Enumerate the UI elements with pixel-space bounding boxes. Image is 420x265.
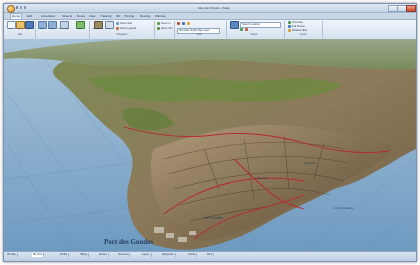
- app-menu-button[interactable]: [7, 5, 15, 13]
- search-icon: [230, 21, 239, 29]
- terrain-render: Port des Goudes Les Goudes Cap Croisette…: [4, 39, 416, 251]
- place-label: Morgiou: [304, 161, 316, 165]
- title-bar: Mountain Studio - [Map]: [4, 4, 416, 13]
- legend-icon: [116, 27, 119, 30]
- status-tab-waypoints[interactable]: Waypoints: [161, 253, 176, 257]
- fullscreen-icon: [288, 25, 291, 28]
- group-divider: [154, 21, 155, 38]
- window-size-label: Window Size: [292, 29, 307, 32]
- status-tab-3d-view[interactable]: 3D View: [32, 253, 45, 257]
- app-window: Mountain Studio - [Map] Home Edit Annota…: [3, 3, 417, 262]
- zoom-in-label: Zoom In: [161, 22, 171, 25]
- status-tab-routes[interactable]: Routes: [98, 253, 109, 257]
- window-title: Mountain Studio - [Map]: [198, 6, 230, 10]
- import-button[interactable]: Import: [76, 21, 85, 33]
- scale-button[interactable]: Scale: [105, 21, 114, 33]
- globe-icon: [182, 22, 185, 25]
- ribbon: New Open Save Map Undo Redo Select Objec…: [4, 19, 416, 40]
- pin-icon: [177, 22, 180, 25]
- flag-icon: [245, 28, 248, 31]
- save-label: Save: [26, 28, 31, 30]
- select-objects-label: Select Objects: [58, 28, 69, 30]
- place-label: Port des Goudes: [104, 238, 153, 246]
- quick-undo-icon[interactable]: [20, 6, 22, 9]
- status-tab-profile[interactable]: Profile: [59, 253, 70, 257]
- zoom-out-label: Zoom Out: [161, 27, 173, 30]
- select-objects-button[interactable]: Select Objects: [58, 21, 69, 33]
- place-label: Cap Croisette: [334, 206, 354, 210]
- group-label-search: Search: [250, 34, 258, 36]
- map-3d-viewport[interactable]: Port des Goudes Les Goudes Cap Croisette…: [4, 39, 416, 251]
- place-label: Calanques: [254, 176, 269, 180]
- group-label-layout: Layout: [299, 34, 307, 36]
- place-label: Les Goudes: [204, 215, 223, 220]
- open-button[interactable]: Open: [16, 21, 25, 33]
- scale-label: Scale: [105, 28, 111, 30]
- window-icon: [288, 29, 291, 32]
- group-divider: [89, 21, 90, 38]
- group-divider: [226, 21, 227, 38]
- import-label: Import: [76, 28, 83, 30]
- show-grid-label: Show Grid: [120, 22, 133, 25]
- overview-icon: [288, 21, 291, 24]
- close-button[interactable]: [406, 5, 416, 12]
- quick-redo-icon[interactable]: [24, 6, 26, 9]
- group-divider: [322, 21, 323, 38]
- status-tab-2d-map[interactable]: 2D Map: [6, 253, 18, 257]
- check-icon: [240, 28, 243, 31]
- shaded-relief-button[interactable]: Shaded Relief: [92, 21, 103, 33]
- redo-label: Redo: [49, 28, 54, 30]
- status-bar: 2D Map 3D View Profile Hiking Routes Ove…: [4, 251, 416, 261]
- show-legend-label: Show Legend: [120, 27, 136, 30]
- redo-button[interactable]: Redo: [48, 21, 57, 33]
- overview-label: Overview: [292, 21, 303, 24]
- zoom-out-icon: [157, 27, 160, 30]
- grid-icon: [116, 22, 119, 25]
- new-button[interactable]: New: [7, 21, 16, 33]
- shaded-relief-label: Shaded Relief: [92, 28, 103, 30]
- status-tab-tracks[interactable]: Tracks: [187, 253, 198, 257]
- group-label-tools: Tools: [196, 34, 202, 36]
- save-button[interactable]: Save: [25, 21, 34, 33]
- group-divider: [284, 21, 285, 38]
- undo-button[interactable]: Undo: [38, 21, 47, 33]
- full-screen-label: Full Screen: [292, 25, 306, 28]
- status-tab-layers[interactable]: Layers: [141, 253, 152, 257]
- group-label-map: Map: [17, 34, 23, 36]
- status-tab-hiking[interactable]: Hiking: [79, 253, 89, 257]
- search-button[interactable]: [230, 21, 239, 33]
- zoom-in-icon: [157, 22, 160, 25]
- group-label-navigation: Navigation: [116, 34, 128, 36]
- status-tab-overview[interactable]: Overview: [117, 253, 131, 257]
- status-tab-print[interactable]: Print: [206, 253, 215, 257]
- star-icon: [187, 22, 190, 25]
- quick-save-icon[interactable]: [16, 6, 18, 9]
